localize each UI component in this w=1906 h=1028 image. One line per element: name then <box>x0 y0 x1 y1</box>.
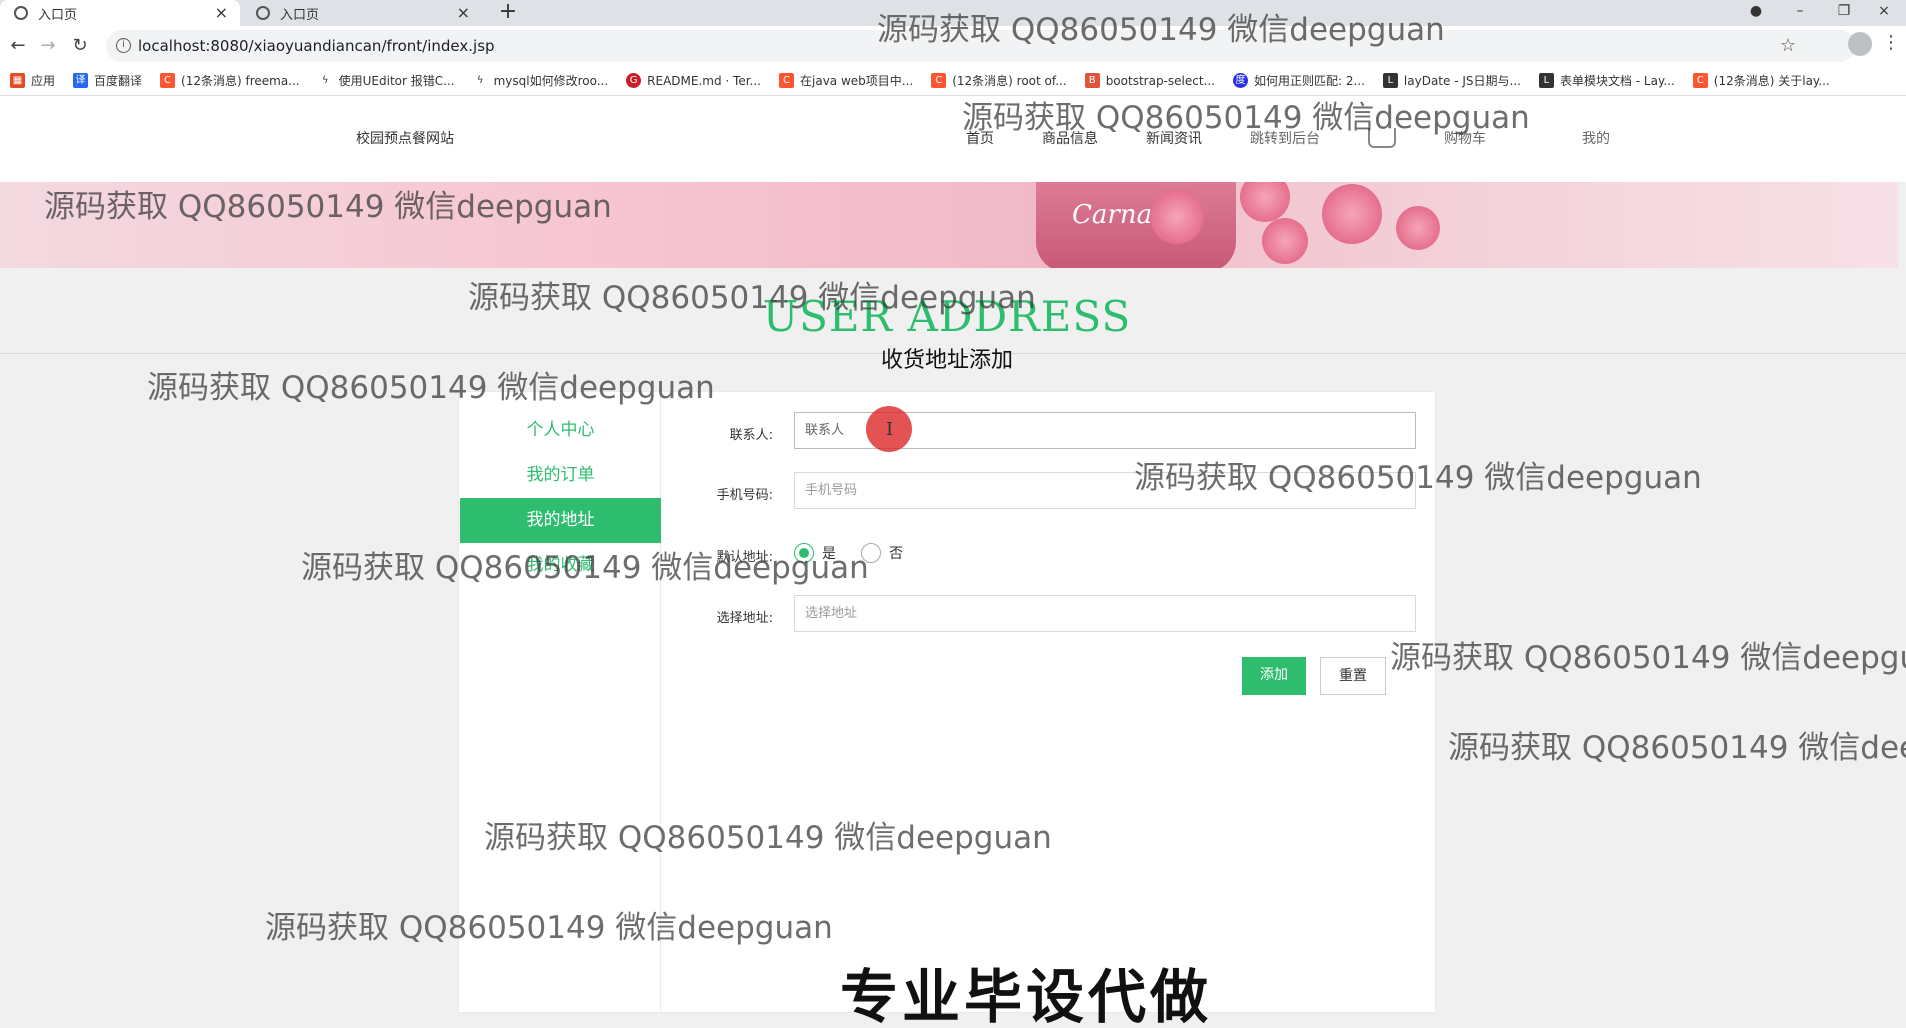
bookmark-label: (12条消息) freema... <box>181 74 300 88</box>
banner-rose <box>1396 206 1440 250</box>
bookmark-item[interactable]: 度如何用正则匹配: 2... <box>1232 72 1365 89</box>
globe-icon <box>256 6 270 20</box>
csdn-icon: C <box>931 73 947 88</box>
add-button[interactable]: 添加 <box>1242 657 1306 695</box>
watermark-text: 源码获取 QQ86050149 微信deepguan <box>301 550 869 586</box>
address-label: 选择地址: <box>716 611 773 626</box>
reset-button[interactable]: 重置 <box>1320 657 1386 695</box>
site-header: 校园预点餐网站 首页 商品信息 新闻资讯 跳转到后台 购物车 我的 <box>0 96 1906 182</box>
bookmark-label: mysql如何修改roo... <box>493 74 609 88</box>
bookmark-label: 使用UEditor 报错C... <box>338 74 455 88</box>
promo-caption: 专业毕设代做 <box>840 963 1213 1028</box>
address-select-input[interactable]: 选择地址 <box>794 595 1416 632</box>
bookmark-label: (12条消息) 关于lay... <box>1713 74 1830 88</box>
side-item-my-orders[interactable]: 我的订单 <box>460 453 661 498</box>
bookmark-label: layDate - JS日期与... <box>1403 74 1521 88</box>
csdn-icon: C <box>160 73 176 88</box>
bookmark-label: 如何用正则匹配: 2... <box>1253 74 1365 88</box>
bookmark-item[interactable]: C (12条消息) 关于lay... <box>1692 72 1830 89</box>
bookmark-item[interactable]: C (12条消息) freema... <box>160 72 300 89</box>
ueditor-icon: ϟ <box>317 73 333 88</box>
window-close-icon[interactable]: × <box>1862 0 1906 26</box>
watermark-text: 源码获取 QQ86050149 微信deepguan <box>147 370 715 406</box>
bookmarks-bar: ▦ 应用 译百度翻译 C (12条消息) freema... ϟ 使用UEditor … <box>0 66 1906 96</box>
watermark-text: 源码获取 QQ86050149 微信deepguan <box>468 280 1036 316</box>
bookmark-label: 表单模块文档 - Lay... <box>1559 74 1675 88</box>
close-tab-icon[interactable]: × <box>457 3 470 22</box>
watermark-text: 源码获取 QQ86050149 微信deepguan <box>1134 460 1702 496</box>
browser-tab-active[interactable]: 入口页 × <box>0 0 240 26</box>
tab-title: 入口页 <box>280 7 320 23</box>
nav-mine[interactable]: 我的 <box>1582 128 1610 148</box>
kebab-menu-icon[interactable]: ⋮ <box>1882 32 1900 53</box>
site-title[interactable]: 校园预点餐网站 <box>356 128 454 148</box>
info-icon[interactable]: i <box>116 38 131 53</box>
back-arrow-icon[interactable]: ← <box>6 34 30 58</box>
bookmark-item[interactable]: 译百度翻译 <box>73 72 142 89</box>
side-item-personal-center[interactable]: 个人中心 <box>460 408 661 453</box>
phone-label: 手机号码: <box>716 488 773 503</box>
profile-avatar-icon[interactable] <box>1848 32 1872 56</box>
minimize-icon[interactable]: – <box>1778 0 1822 26</box>
url-text[interactable]: localhost:8080/xiaoyuandiancan/front/ind… <box>138 37 495 55</box>
contact-label: 联系人: <box>729 428 773 443</box>
layui-icon: L <box>1538 73 1554 88</box>
bookmark-label: 应用 <box>31 74 56 88</box>
bookmark-item[interactable]: ϟ mysql如何修改roo... <box>472 72 609 89</box>
tab-title: 入口页 <box>38 7 78 23</box>
watermark-text: 源码获取 QQ86050149 微信deepguan <box>877 12 1445 48</box>
bookmark-star-icon[interactable]: ☆ <box>1780 35 1796 56</box>
banner-rose <box>1262 218 1308 264</box>
bookmark-label: 百度翻译 <box>94 74 143 88</box>
bookmark-item[interactable]: LlayDate - JS日期与... <box>1382 72 1521 89</box>
bookmark-label: (12条消息) root of... <box>952 74 1067 88</box>
banner-rose <box>1322 184 1382 244</box>
bookmark-item[interactable]: Bbootstrap-select... <box>1084 73 1215 88</box>
new-tab-plus-icon[interactable]: + <box>495 0 521 26</box>
bookmark-item[interactable]: C (12条消息) root of... <box>931 72 1067 89</box>
side-item-my-address[interactable]: 我的地址 <box>460 498 661 543</box>
bookmark-item[interactable]: G README.md · Ter... <box>626 73 761 88</box>
bookmark-label: bootstrap-select... <box>1105 73 1215 88</box>
forward-arrow-icon[interactable]: → <box>36 34 60 58</box>
bookmark-item[interactable]: ϟ 使用UEditor 报错C... <box>317 72 455 89</box>
watermark-text: 源码获取 QQ86050149 微信deepguan <box>44 189 612 225</box>
restore-icon[interactable]: ❐ <box>1822 0 1866 26</box>
text-cursor-icon: I <box>886 419 894 440</box>
layui-icon: L <box>1382 73 1398 88</box>
watermark-text: 源码获取 QQ86050149 微信deepguan <box>962 100 1530 136</box>
watermark-text: 源码获取 QQ86050149 微信deepguan <box>1448 730 1906 766</box>
watermark-text: 源码获取 QQ86050149 微信deepguan <box>265 910 833 946</box>
baidu-translate-icon: 译 <box>73 73 89 88</box>
baidu-icon: 度 <box>1232 73 1248 88</box>
bookmark-item[interactable]: L 表单模块文档 - Lay... <box>1538 72 1675 89</box>
bookmark-label: README.md · Ter... <box>647 73 761 88</box>
profile-dropdown-icon[interactable]: ● <box>1734 0 1778 26</box>
watermark-text: 源码获取 QQ86050149 微信deepguan <box>484 820 1052 856</box>
csdn-icon: C <box>1692 73 1708 88</box>
watermark-text: 源码获取 QQ86050149 微信deepguan <box>1390 640 1906 676</box>
bookmark-item[interactable]: C 在java web项目中... <box>779 72 913 89</box>
default-no-label: 否 <box>889 546 903 562</box>
close-tab-icon[interactable]: × <box>215 3 228 22</box>
bookmark-item[interactable]: ▦ 应用 <box>10 72 55 89</box>
bootstrap-icon: B <box>1084 73 1100 88</box>
globe-icon <box>14 6 28 20</box>
mysql-icon: ϟ <box>472 73 488 88</box>
bookmark-label: 在java web项目中... <box>800 74 914 88</box>
csdn-icon: C <box>779 73 794 88</box>
banner-rose <box>1240 182 1290 222</box>
gitee-icon: G <box>626 73 642 88</box>
banner-rose <box>1150 190 1204 244</box>
browser-tab[interactable]: 入口页 × <box>242 0 482 26</box>
apps-icon: ▦ <box>10 73 25 88</box>
reload-icon[interactable]: ↻ <box>68 34 92 58</box>
